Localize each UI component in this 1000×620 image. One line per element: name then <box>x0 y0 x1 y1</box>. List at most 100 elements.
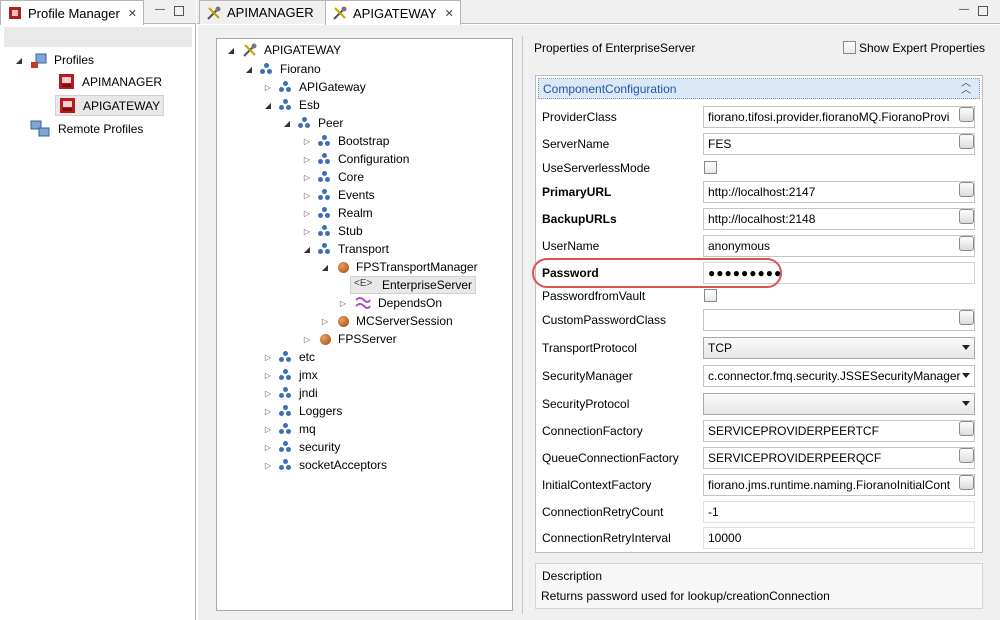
tree-node-fpstransportmanager[interactable]: ◢ FPSTransportManager <box>320 258 478 276</box>
tree-label-bootstrap: Bootstrap <box>338 134 390 148</box>
show-expert-label[interactable]: Show Expert Properties <box>859 41 985 55</box>
tree-node-stub[interactable]: ▷ Stub <box>302 222 363 240</box>
tree-node-apigateway-selected[interactable]: APIGATEWAY <box>55 95 165 116</box>
close-icon[interactable]: ✕ <box>445 7 454 20</box>
node-dots-icon <box>279 440 293 454</box>
browse-button[interactable] <box>959 134 974 149</box>
collapse-arrow-icon[interactable]: ▷ <box>263 425 273 434</box>
expand-arrow-icon[interactable]: ◢ <box>244 65 254 74</box>
tree-node-fpsserver[interactable]: ▷ FPSServer <box>302 330 397 348</box>
collapse-arrow-icon[interactable]: ▷ <box>263 83 273 92</box>
dropdown-arrow-icon <box>962 401 970 406</box>
server-name-field[interactable]: FES <box>703 133 975 155</box>
retry-count-field[interactable]: -1 <box>703 501 975 523</box>
collapse-arrow-icon[interactable]: ▷ <box>302 209 312 218</box>
tree-node-jmx[interactable]: ▷ jmx <box>263 366 318 384</box>
tree-node-configuration[interactable]: ▷ Configuration <box>302 150 409 168</box>
tree-label-stub: Stub <box>338 224 363 238</box>
tree-node-remote-profiles[interactable]: Remote Profiles <box>30 120 143 138</box>
tree-node-loggers[interactable]: ▷ Loggers <box>263 402 342 420</box>
security-protocol-select[interactable] <box>703 393 975 415</box>
tab-apigateway[interactable]: APIGATEWAY ✕ <box>325 0 461 25</box>
collapse-arrow-icon[interactable]: ▷ <box>263 389 273 398</box>
tree-node-fiorano[interactable]: ◢ Fiorano <box>244 60 321 78</box>
minimize-icon[interactable]: — <box>958 5 970 17</box>
security-manager-select[interactable]: c.connector.fmq.security.JSSESecurityMan… <box>703 365 975 387</box>
expand-arrow-icon[interactable]: ◢ <box>226 46 236 55</box>
browse-button[interactable] <box>959 209 974 224</box>
collapse-arrow-icon[interactable]: ▷ <box>302 155 312 164</box>
browse-button[interactable] <box>959 421 974 436</box>
browse-button[interactable] <box>959 182 974 197</box>
browse-button[interactable] <box>959 448 974 463</box>
node-dots-icon <box>318 152 332 166</box>
serverless-checkbox[interactable] <box>704 161 717 174</box>
tree-node-core[interactable]: ▷ Core <box>302 168 364 186</box>
row-backup-urls: BackupURLs http://localhost:2148 <box>536 206 976 232</box>
collapse-arrow-icon[interactable]: ▷ <box>338 299 348 308</box>
expand-arrow-icon[interactable]: ◢ <box>302 245 312 254</box>
transport-protocol-select[interactable]: TCP <box>703 337 975 359</box>
expand-arrow-icon[interactable]: ◢ <box>282 119 292 128</box>
collapse-arrow-icon[interactable]: ▷ <box>302 173 312 182</box>
tree-node-bootstrap[interactable]: ▷ Bootstrap <box>302 132 389 150</box>
maximize-icon[interactable] <box>978 6 988 16</box>
initial-context-field[interactable]: fiorano.jms.runtime.naming.FioranoInitia… <box>703 474 975 496</box>
tree-label-enterprise: EnterpriseServer <box>382 278 473 292</box>
tree-node-peer[interactable]: ◢ Peer <box>282 114 343 132</box>
collapse-arrow-icon[interactable]: ▷ <box>302 137 312 146</box>
tab-apimanager[interactable]: APIMANAGER <box>199 0 343 24</box>
expand-arrow-icon[interactable]: ◢ <box>263 101 273 110</box>
browse-button[interactable] <box>959 475 974 490</box>
user-name-field[interactable]: anonymous <box>703 235 975 257</box>
collapse-arrow-icon[interactable]: ▷ <box>263 371 273 380</box>
tree-node-root[interactable]: ◢ APIGATEWAY <box>226 41 341 59</box>
collapse-arrow-icon[interactable]: ▷ <box>263 461 273 470</box>
primary-url-field[interactable]: http://localhost:2147 <box>703 181 975 203</box>
tree-node-dependson[interactable]: ▷ DependsOn <box>338 294 442 312</box>
tree-node-apimanager[interactable]: APIMANAGER <box>58 73 162 91</box>
tree-node-mq[interactable]: ▷ mq <box>263 420 316 438</box>
tree-node-esb[interactable]: ◢ Esb <box>263 96 320 114</box>
tree-node-jndi[interactable]: ▷ jndi <box>263 384 318 402</box>
tree-node-enterpriseserver-selected[interactable]: <E> EnterpriseServer <box>350 276 477 294</box>
collapse-arrow-icon[interactable]: ▷ <box>320 317 330 326</box>
expand-arrow-icon[interactable]: ◢ <box>320 263 330 272</box>
collapse-arrow-icon[interactable]: ▷ <box>302 227 312 236</box>
close-icon[interactable]: ✕ <box>128 7 137 20</box>
tree-node-realm[interactable]: ▷ Realm <box>302 204 373 222</box>
minimize-icon[interactable]: — <box>154 5 166 17</box>
remote-computers-icon <box>30 120 52 138</box>
queue-factory-field[interactable]: SERVICEPROVIDERPEERQCF <box>703 447 975 469</box>
collapse-arrow-icon[interactable]: ▷ <box>263 407 273 416</box>
expand-arrow-icon[interactable]: ◢ <box>14 56 24 65</box>
tree-node-transport[interactable]: ◢ Transport <box>302 240 389 258</box>
custom-password-field[interactable] <box>703 309 975 331</box>
browse-button[interactable] <box>959 107 974 122</box>
tree-node-mcserversession[interactable]: ▷ MCServerSession <box>320 312 453 330</box>
collapse-arrow-icon[interactable]: ▷ <box>302 335 312 344</box>
tree-node-security[interactable]: ▷ security <box>263 438 340 456</box>
collapse-arrow-icon[interactable]: ▷ <box>263 353 273 362</box>
element-icon: <E> <box>354 278 373 289</box>
show-expert-checkbox[interactable] <box>843 41 856 54</box>
collapse-section-icon[interactable]: ︿ ︿ <box>961 79 971 96</box>
password-vault-checkbox[interactable] <box>704 289 717 302</box>
collapse-arrow-icon[interactable]: ▷ <box>302 191 312 200</box>
backup-urls-field[interactable]: http://localhost:2148 <box>703 208 975 230</box>
profile-toolbar-strip <box>4 27 192 47</box>
tree-node-apigateway[interactable]: ▷ APIGateway <box>263 78 366 96</box>
tab-profile-manager[interactable]: Profile Manager ✕ <box>0 0 144 25</box>
provider-class-field[interactable]: fiorano.tifosi.provider.fioranoMQ.Fioran… <box>703 106 975 128</box>
description-text: Returns password used for lookup/creatio… <box>541 589 830 603</box>
browse-button[interactable] <box>959 310 974 325</box>
tree-node-socketacceptors[interactable]: ▷ socketAcceptors <box>263 456 387 474</box>
maximize-icon[interactable] <box>174 6 184 16</box>
tree-node-profiles[interactable]: ◢ Profiles <box>14 51 94 69</box>
browse-button[interactable] <box>959 236 974 251</box>
connection-factory-field[interactable]: SERVICEPROVIDERPEERTCF <box>703 420 975 442</box>
tree-node-etc[interactable]: ▷ etc <box>263 348 315 366</box>
collapse-arrow-icon[interactable]: ▷ <box>263 443 273 452</box>
tree-node-events[interactable]: ▷ Events <box>302 186 375 204</box>
retry-interval-field[interactable]: 10000 <box>703 527 975 549</box>
